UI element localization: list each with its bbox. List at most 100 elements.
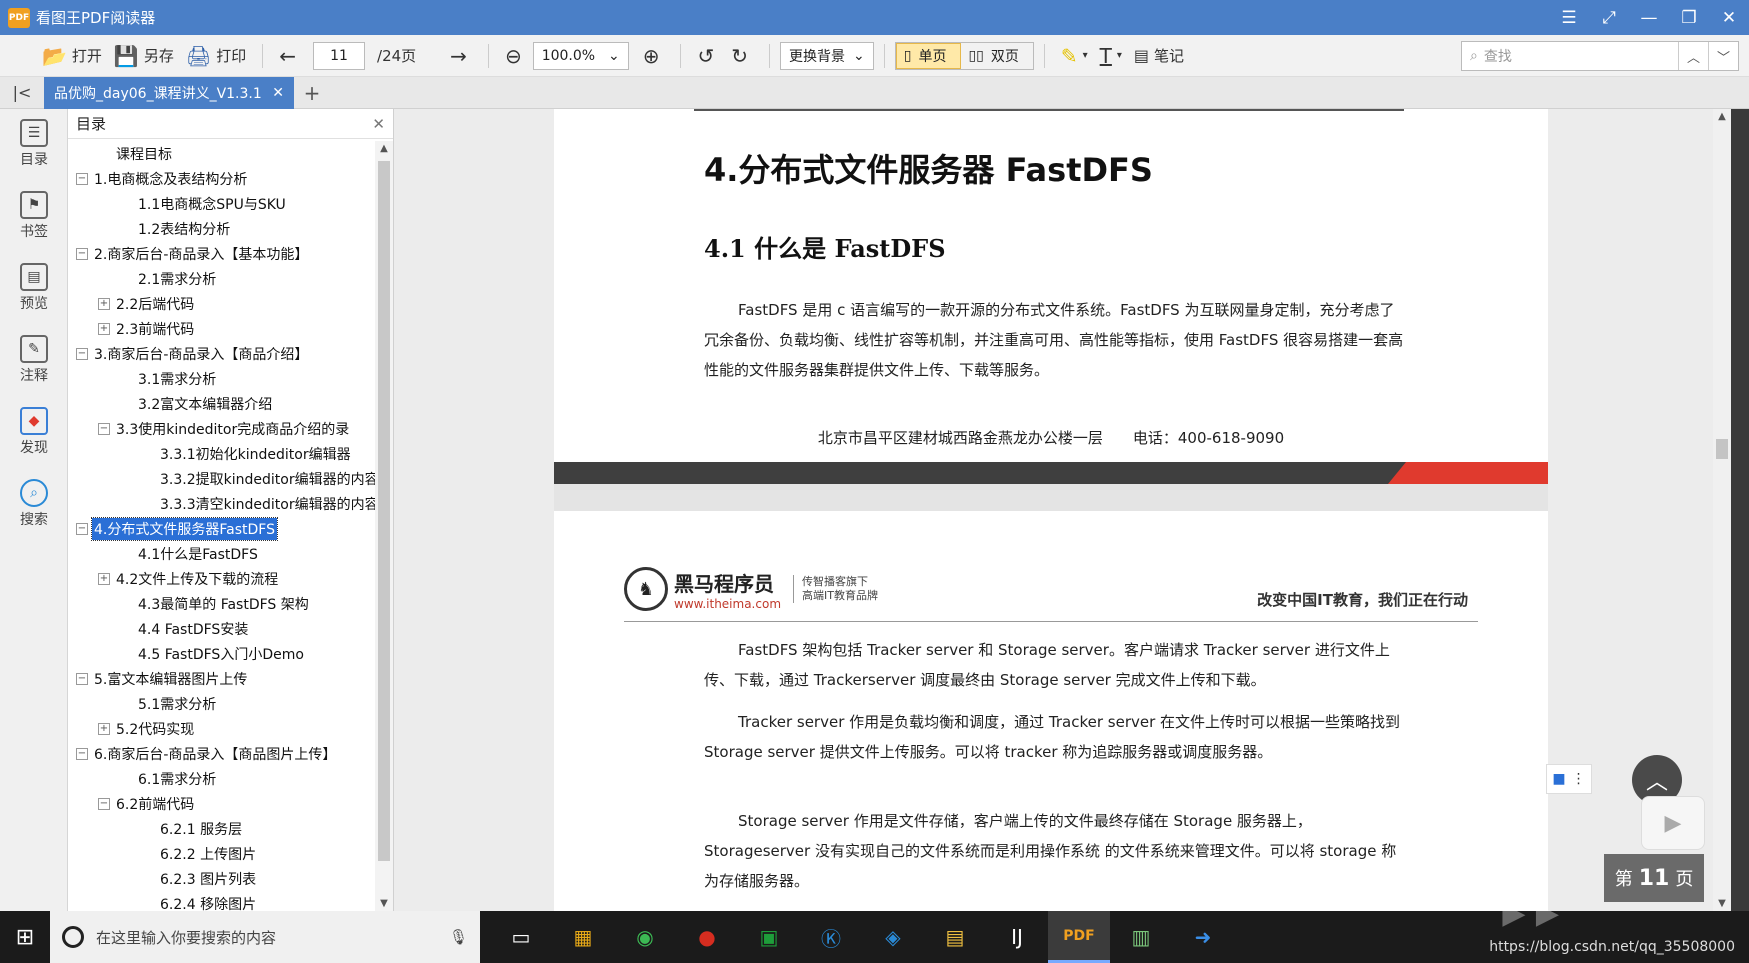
prev-page-button[interactable]: ← (273, 41, 307, 71)
toc-item[interactable]: 6.1需求分析 (68, 766, 373, 791)
background-select[interactable]: 更换背景 ⌄ (780, 41, 874, 70)
rail-item[interactable]: ◆ 发现 (0, 407, 68, 457)
pdf-reader-icon[interactable]: PDF (1048, 911, 1110, 963)
print-button[interactable]: 🖨 打印 (180, 41, 252, 71)
new-tab-button[interactable]: + (294, 81, 330, 105)
rail-item[interactable]: ☰ 目录 (0, 119, 68, 169)
toc-item[interactable]: −6.商家后台-商品录入【商品图片上传】 (68, 741, 373, 766)
menu-icon[interactable]: ☰ (1549, 0, 1589, 35)
document-scrollbar[interactable]: ▲ ▼ (1713, 109, 1731, 911)
collapse-icon[interactable]: − (76, 747, 88, 760)
toc-item[interactable]: −6.2前端代码 (68, 791, 373, 816)
rotate-left-button[interactable]: ↺ (691, 41, 725, 71)
chrome-icon[interactable]: ◉ (614, 911, 676, 963)
collapse-sidebar-icon[interactable]: |< (0, 83, 44, 102)
toc-item[interactable]: +4.2文件上传及下载的流程 (68, 566, 373, 591)
red-app-icon[interactable]: ● (676, 911, 738, 963)
single-page-button[interactable]: ▯ 单页 (895, 42, 962, 69)
toc-item[interactable]: 3.2富文本编辑器介绍 (68, 391, 373, 416)
find-next-button[interactable]: ﹀ (1708, 42, 1738, 70)
toc-item[interactable]: 6.2.3 图片列表 (68, 866, 373, 891)
toc-item[interactable]: 3.1需求分析 (68, 366, 373, 391)
toc-item[interactable]: 4.1什么是FastDFS (68, 541, 373, 566)
collapse-icon[interactable]: − (98, 797, 110, 810)
expand-icon[interactable]: + (98, 572, 110, 585)
play-button[interactable]: ▶ (1641, 796, 1705, 850)
rail-item[interactable]: ✎ 注释 (0, 335, 68, 385)
minimize-button[interactable]: — (1629, 0, 1669, 35)
collapse-icon[interactable]: − (76, 672, 88, 685)
blue-app-icon[interactable]: ◈ (862, 911, 924, 963)
zoom-out-button[interactable]: ⊖ (499, 41, 533, 71)
toc-item[interactable]: −2.商家后台-商品录入【基本功能】 (68, 241, 373, 266)
open-button[interactable]: 📂 打开 (36, 41, 108, 71)
windows-start-icon[interactable]: ⊞ (0, 911, 50, 963)
expand-icon[interactable]: + (98, 297, 110, 310)
toc-item[interactable]: 3.3.3清空kindeditor编辑器的内容 (68, 491, 379, 516)
app-icon-1[interactable]: ▦ (552, 911, 614, 963)
file-explorer-icon[interactable]: ▤ (924, 911, 986, 963)
text-button[interactable]: T ▾ (1094, 41, 1128, 71)
toc-item[interactable]: −5.富文本编辑器图片上传 (68, 666, 373, 691)
find-input[interactable]: ⌕ 查找 (1462, 46, 1678, 66)
close-icon[interactable]: ✕ (372, 115, 385, 133)
rail-item[interactable]: ▤ 预览 (0, 263, 68, 313)
toc-item[interactable]: +2.3前端代码 (68, 316, 373, 341)
collapse-icon[interactable]: − (76, 247, 88, 260)
toc-item[interactable]: 1.1电商概念SPU与SKU (68, 191, 373, 216)
toc-item[interactable]: 5.1需求分析 (68, 691, 373, 716)
scroll-thumb[interactable] (378, 161, 390, 861)
chevron-up-icon[interactable]: ▲ (375, 143, 393, 154)
microphone-icon[interactable]: 🎙 (449, 928, 468, 946)
rail-item[interactable]: ⌕ 搜索 (0, 479, 68, 529)
reader-mode-widget[interactable]: ■ ⋮ (1546, 764, 1592, 794)
toc-item[interactable]: −1.电商概念及表结构分析 (68, 166, 373, 191)
fullscreen-icon[interactable]: ⤢ (1589, 0, 1629, 35)
toc-item[interactable]: 3.3.2提取kindeditor编辑器的内容 (68, 466, 379, 491)
toc-item[interactable]: −3.3使用kindeditor完成商品介绍的录 (68, 416, 373, 441)
collapse-icon[interactable]: − (76, 172, 88, 185)
taskbar-search[interactable]: 在这里输入你要搜索的内容 🎙 (50, 911, 480, 963)
zoom-in-button[interactable]: ⊕ (637, 41, 671, 71)
toc-item[interactable]: 6.2.1 服务层 (68, 816, 373, 841)
green-app-icon[interactable]: ▣ (738, 911, 800, 963)
toc-item[interactable]: 6.2.4 移除图片 (68, 891, 373, 912)
toc-item[interactable]: 1.2表结构分析 (68, 216, 373, 241)
toc-item[interactable]: 3.3.1初始化kindeditor编辑器 (68, 441, 373, 466)
chevron-up-icon[interactable]: ▲ (1713, 111, 1731, 122)
save-as-button[interactable]: 💾 另存 (108, 41, 180, 71)
close-tab-icon[interactable]: ✕ (272, 85, 284, 101)
toc-item[interactable]: 6.2.2 上传图片 (68, 841, 373, 866)
scroll-thumb[interactable] (1716, 439, 1728, 459)
toc-item[interactable]: 课程目标 (68, 141, 373, 166)
task-view-icon[interactable]: ▭ (490, 911, 552, 963)
toc-item[interactable]: +2.2后端代码 (68, 291, 373, 316)
notepad-icon[interactable]: ▥ (1110, 911, 1172, 963)
toc-scrollbar[interactable]: ▲ ▼ (375, 141, 393, 911)
document-viewport[interactable]: 4.分布式文件服务器 FastDFS 4.1 什么是 FastDFS FastD… (394, 109, 1731, 911)
double-page-button[interactable]: ▯▯ 双页 (961, 43, 1032, 69)
toc-item[interactable]: 4.5 FastDFS入门小Demo (68, 641, 373, 666)
expand-icon[interactable]: + (98, 322, 110, 335)
toc-item[interactable]: +5.2代码实现 (68, 716, 373, 741)
toc-item[interactable]: −3.商家后台-商品录入【商品介绍】 (68, 341, 373, 366)
zoom-select[interactable]: 100.0% ⌄ (532, 41, 629, 70)
close-button[interactable]: ✕ (1709, 0, 1749, 35)
next-page-button[interactable]: → (444, 41, 478, 71)
rail-item[interactable]: ⚑ 书签 (0, 191, 68, 241)
toc-item[interactable]: 4.3最简单的 FastDFS 架构 (68, 591, 373, 616)
document-tab[interactable]: 品优购_day06_课程讲义_V1.3.1 ✕ (44, 76, 294, 109)
arrow-app-icon[interactable]: ➜ (1172, 911, 1234, 963)
toc-item[interactable]: 4.4 FastDFS安装 (68, 616, 373, 641)
notes-button[interactable]: ▤ 笔记 (1128, 41, 1190, 71)
toc-item[interactable]: 2.1需求分析 (68, 266, 373, 291)
expand-icon[interactable]: + (98, 722, 110, 735)
find-prev-button[interactable]: ︿ (1678, 42, 1708, 70)
chevron-down-icon[interactable]: ▼ (1713, 898, 1731, 909)
toc-item[interactable]: −4.分布式文件服务器FastDFS (68, 516, 373, 541)
page-number-input[interactable]: 11 (313, 41, 366, 70)
rotate-right-button[interactable]: ↻ (725, 41, 759, 71)
intellij-icon[interactable]: IJ (986, 911, 1048, 963)
chevron-down-icon[interactable]: ▼ (375, 898, 393, 909)
k-app-icon[interactable]: Ⓚ (800, 911, 862, 963)
